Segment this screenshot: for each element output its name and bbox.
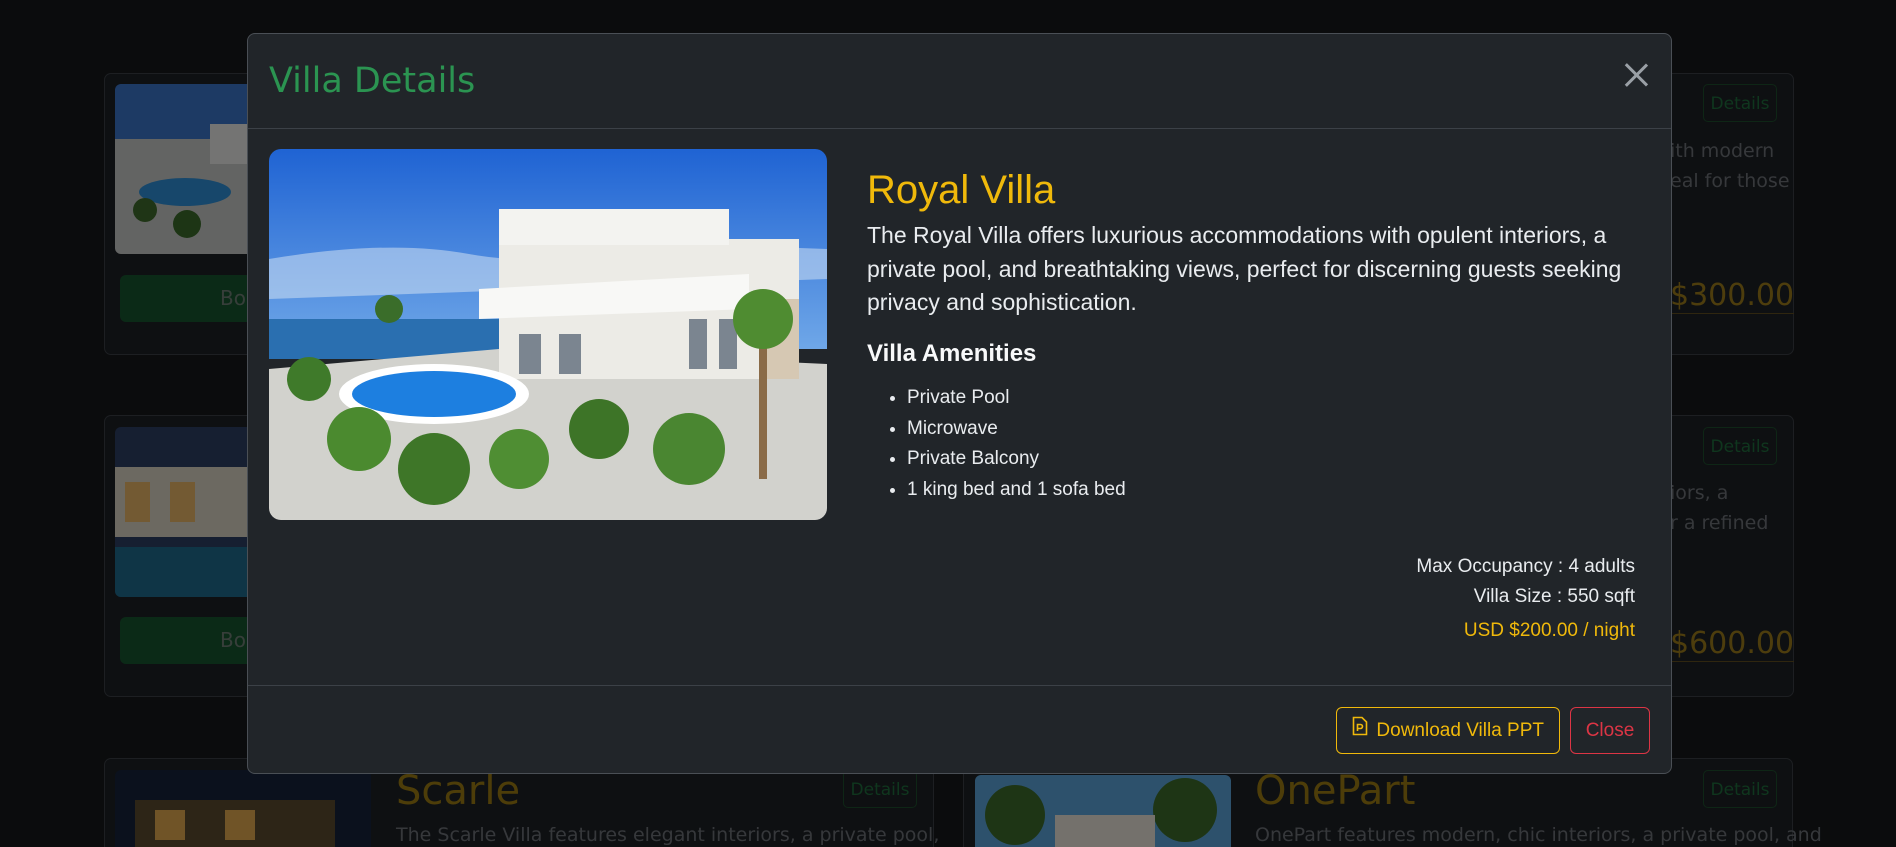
- villa-size: Villa Size : 550 sqft: [1473, 586, 1635, 607]
- modal-title: Villa Details: [269, 61, 476, 101]
- max-occupancy: Max Occupancy : 4 adults: [1416, 556, 1635, 577]
- modal-header: Villa Details: [248, 34, 1671, 129]
- villa-price: USD $200.00 / night: [1463, 620, 1635, 641]
- amenity-item: Private Pool: [907, 383, 1126, 414]
- amenity-item: 1 king bed and 1 sofa bed: [907, 475, 1126, 506]
- close-button[interactable]: Close: [1570, 707, 1650, 754]
- villa-details-modal: Villa Details Royal Villa The Royal Vill…: [247, 33, 1672, 774]
- amenity-item: Microwave: [907, 414, 1126, 445]
- download-ppt-button[interactable]: Download Villa PPT: [1336, 707, 1560, 754]
- amenities-list: Private Pool Microwave Private Balcony 1…: [907, 383, 1126, 505]
- villa-description: The Royal Villa offers luxurious accommo…: [867, 222, 1622, 315]
- download-ppt-label: Download Villa PPT: [1376, 720, 1544, 741]
- amenities-heading: Villa Amenities: [867, 340, 1037, 367]
- villa-name: Royal Villa: [867, 168, 1056, 212]
- villa-image: [269, 149, 827, 520]
- close-icon[interactable]: [1619, 58, 1653, 92]
- modal-footer: Download Villa PPT Close: [248, 685, 1671, 774]
- amenity-item: Private Balcony: [907, 444, 1126, 475]
- file-ppt-icon: [1352, 708, 1368, 753]
- villa-specs: Max Occupancy : 4 adults Villa Size : 55…: [1416, 552, 1635, 646]
